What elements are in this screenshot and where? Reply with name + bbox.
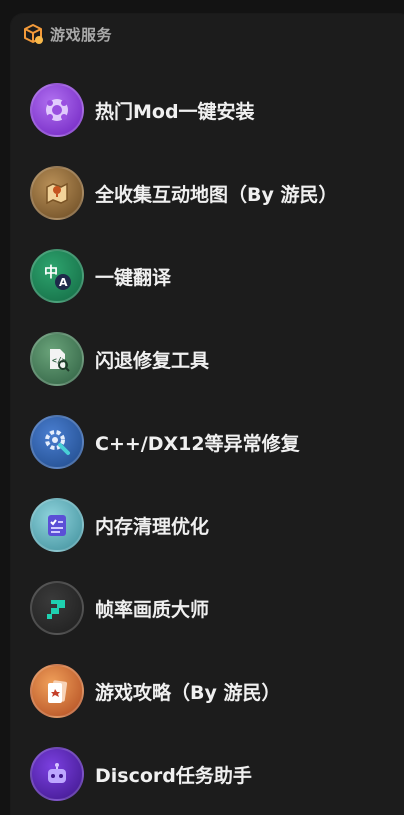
package-icon: [22, 23, 44, 45]
service-item-label: 全收集互动地图（By 游民）: [95, 183, 338, 206]
service-item-label: Discord任务助手: [95, 764, 252, 787]
crash-fix-icon: </>: [30, 332, 84, 386]
service-item-memory-clean[interactable]: 内存清理优化: [30, 495, 390, 555]
service-item-game-guide[interactable]: 游戏攻略（By 游民）: [30, 661, 390, 721]
section-header: 游戏服务: [22, 22, 112, 46]
service-item-fps-master[interactable]: 帧率画质大师: [30, 578, 390, 638]
page: 游戏服务 热门Mod一键安装 全收集互动地图（By 游民） 中 A 一键翻译 <…: [0, 0, 404, 815]
service-item-cpp-dx12-repair[interactable]: C++/DX12等异常修复: [30, 412, 390, 472]
service-item-label: 游戏攻略（By 游民）: [95, 681, 281, 704]
game-guide-icon: [30, 664, 84, 718]
repair-gear-icon: [30, 415, 84, 469]
service-item-label: 内存清理优化: [95, 515, 210, 538]
discord-bot-icon: [30, 747, 84, 801]
service-item-label: 一键翻译: [95, 266, 172, 289]
fps-master-icon: [30, 581, 84, 635]
section-title: 游戏服务: [50, 25, 113, 44]
translate-icon: 中 A: [30, 249, 84, 303]
map-icon: [30, 166, 84, 220]
service-item-label: 帧率画质大师: [95, 598, 210, 621]
service-item-label: 闪退修复工具: [95, 349, 210, 372]
service-item-mod-install[interactable]: 热门Mod一键安装: [30, 80, 390, 140]
service-item-interactive-map[interactable]: 全收集互动地图（By 游民）: [30, 163, 390, 223]
service-item-discord-helper[interactable]: Discord任务助手: [30, 744, 390, 804]
service-item-translate[interactable]: 中 A 一键翻译: [30, 246, 390, 306]
svg-text:A: A: [59, 276, 68, 289]
mod-install-icon: [30, 83, 84, 137]
service-item-label: C++/DX12等异常修复: [95, 432, 300, 455]
memory-clean-icon: [30, 498, 84, 552]
service-item-label: 热门Mod一键安装: [95, 100, 255, 123]
service-item-crash-fix[interactable]: </> 闪退修复工具: [30, 329, 390, 389]
